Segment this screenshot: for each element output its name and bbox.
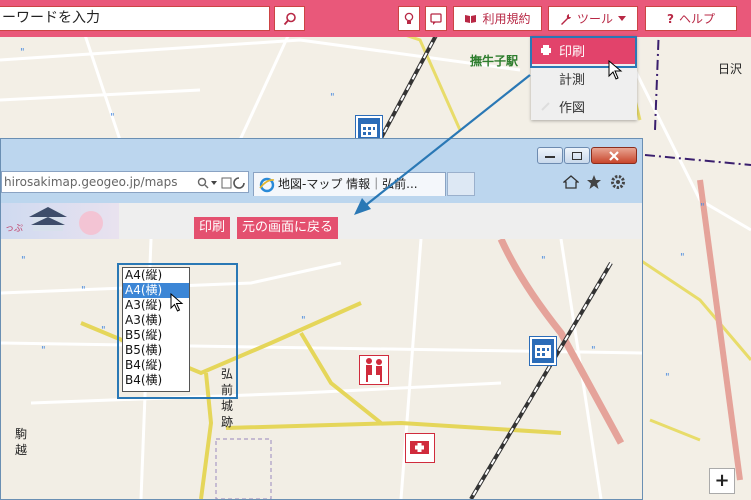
ie-logo-icon	[259, 177, 275, 193]
svg-text:": "	[110, 112, 115, 123]
svg-text:": "	[41, 345, 46, 356]
menu-item-label: 作図	[559, 100, 586, 116]
hint-button[interactable]	[398, 6, 420, 31]
home-icon[interactable]	[563, 175, 579, 189]
hospital-icon[interactable]	[405, 433, 435, 463]
maximize-button[interactable]	[564, 147, 590, 164]
svg-text:": "	[700, 202, 705, 213]
svg-text:": "	[20, 47, 25, 58]
tools-label: ツール	[576, 12, 613, 26]
zoom-in-button[interactable]: +	[709, 468, 735, 494]
mouse-cursor-icon	[170, 293, 184, 312]
favorites-star-icon[interactable]	[586, 174, 602, 190]
map-label-station: 撫牛子駅	[470, 54, 519, 68]
elderly-care-icon[interactable]	[359, 355, 389, 385]
close-button[interactable]	[591, 147, 637, 164]
browser-window: hirosakimap.geogeo.jp/maps 地図-マップ 情報｜弘前.…	[0, 138, 643, 500]
caret-down-icon	[618, 16, 626, 21]
browser-content: " " " " " " " っぷ 印刷 元の画面に戻る 弘前城跡 駒越 A4(縦) A4(…	[1, 203, 642, 499]
address-bar-controls	[197, 177, 245, 189]
callout-arrow	[354, 74, 531, 215]
logo-text: っぷ	[5, 224, 24, 234]
pencil-icon	[541, 102, 550, 111]
settings-gear-icon[interactable]	[610, 174, 626, 190]
address-text: hirosakimap.geogeo.jp/maps	[4, 175, 178, 189]
help-button[interactable]: ? ヘルプ	[645, 6, 737, 31]
menu-item-label: 計測	[559, 72, 586, 88]
search-icon	[283, 12, 296, 25]
close-icon	[609, 150, 619, 161]
search-button[interactable]	[274, 6, 305, 31]
svg-text:": "	[81, 285, 86, 296]
svg-text:": "	[591, 345, 596, 356]
svg-text:": "	[541, 255, 546, 266]
wrench-icon	[560, 13, 571, 25]
svg-text:": "	[330, 92, 335, 103]
mouse-cursor-icon	[608, 60, 623, 80]
svg-text:": "	[680, 252, 685, 263]
terms-label: 利用規約	[482, 12, 531, 26]
svg-text:": "	[21, 255, 26, 266]
top-toolbar: ーワードを入力 利用規約 ツール ? ヘルプ	[0, 0, 751, 37]
map-label-hinatsuka: 日沢	[718, 62, 743, 76]
building-icon[interactable]	[529, 336, 557, 366]
book-icon	[465, 15, 477, 23]
highlight-box-paper-select	[117, 263, 238, 399]
tools-button[interactable]: ツール	[548, 6, 638, 31]
minimize-button[interactable]	[537, 147, 563, 164]
site-logo: っぷ	[1, 203, 119, 239]
lightbulb-icon	[404, 12, 414, 24]
svg-text:": "	[101, 325, 106, 336]
feedback-button[interactable]	[425, 6, 447, 31]
print-button[interactable]: 印刷	[194, 217, 231, 239]
help-label: ヘルプ	[678, 12, 715, 26]
comment-icon	[430, 12, 442, 25]
print-toolbar: っぷ 印刷 元の画面に戻る	[1, 203, 642, 239]
map-label-komagoshi: 駒越	[15, 427, 28, 457]
search-input[interactable]: ーワードを入力	[0, 6, 270, 31]
svg-text:": "	[301, 315, 306, 326]
question-icon: ?	[667, 11, 674, 26]
svg-text:": "	[665, 372, 670, 383]
terms-button[interactable]: 利用規約	[453, 6, 542, 31]
menu-item-draw[interactable]: 作図	[531, 92, 637, 120]
back-to-original-button[interactable]: 元の画面に戻る	[237, 217, 339, 239]
